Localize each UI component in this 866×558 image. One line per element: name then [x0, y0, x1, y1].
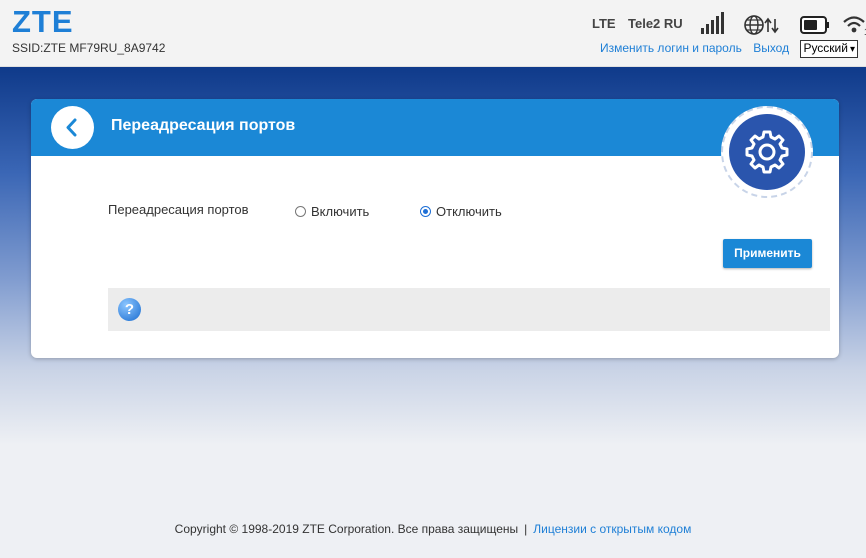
chevron-left-icon: [66, 118, 77, 137]
gear-icon: [745, 130, 789, 174]
top-links: Изменить логин и пароль Выход Русский ▾: [592, 40, 858, 58]
status-bar: LTE Tele2 RU 1: [446, 12, 866, 38]
settings-badge: [721, 106, 813, 198]
card-header: Переадресация портов: [31, 99, 839, 156]
signal-strength-icon: [701, 12, 724, 34]
enable-radio[interactable]: Включить: [295, 204, 369, 219]
ssid-label: SSID:ZTE MF79RU_8A9742: [12, 41, 166, 55]
disable-radio[interactable]: Отключить: [420, 204, 502, 219]
battery-icon: [800, 16, 829, 34]
network-type: LTE: [592, 16, 616, 31]
apply-button[interactable]: Применить: [723, 239, 812, 268]
disable-radio-button[interactable]: [420, 206, 431, 217]
port-forwarding-label: Переадресация портов: [108, 202, 249, 217]
help-icon[interactable]: ?: [118, 298, 141, 321]
open-source-licenses-link[interactable]: Лицензии с открытым кодом: [533, 522, 691, 536]
logout-link[interactable]: Выход: [753, 41, 789, 55]
page-title: Переадресация портов: [111, 117, 296, 134]
footer: Copyright © 1998-2019 ZTE Corporation. В…: [0, 522, 866, 536]
internet-globe-icon: [744, 15, 779, 35]
enable-radio-label: Включить: [311, 204, 370, 219]
copyright-text: Copyright © 1998-2019 ZTE Corporation. В…: [174, 522, 519, 536]
chevron-down-icon: ▾: [849, 44, 855, 55]
footer-separator: |: [524, 522, 528, 536]
change-login-link[interactable]: Изменить логин и пароль: [600, 41, 742, 55]
operator-name: Tele2 RU: [628, 16, 683, 31]
enable-radio-button[interactable]: [295, 206, 306, 217]
disable-radio-label: Отключить: [436, 204, 502, 219]
help-bar: ?: [108, 288, 830, 331]
top-header: ZTE SSID:ZTE MF79RU_8A9742 LTE Tele2 RU: [0, 0, 866, 67]
port-forwarding-card: Переадресация портов Переадресация порто…: [31, 99, 839, 358]
zte-logo: ZTE: [12, 4, 74, 39]
gear-circle: [729, 114, 805, 190]
back-button[interactable]: [51, 106, 94, 149]
wifi-icon: 1: [843, 16, 866, 36]
language-selected: Русский: [803, 41, 848, 55]
language-select[interactable]: Русский ▾: [800, 40, 858, 58]
